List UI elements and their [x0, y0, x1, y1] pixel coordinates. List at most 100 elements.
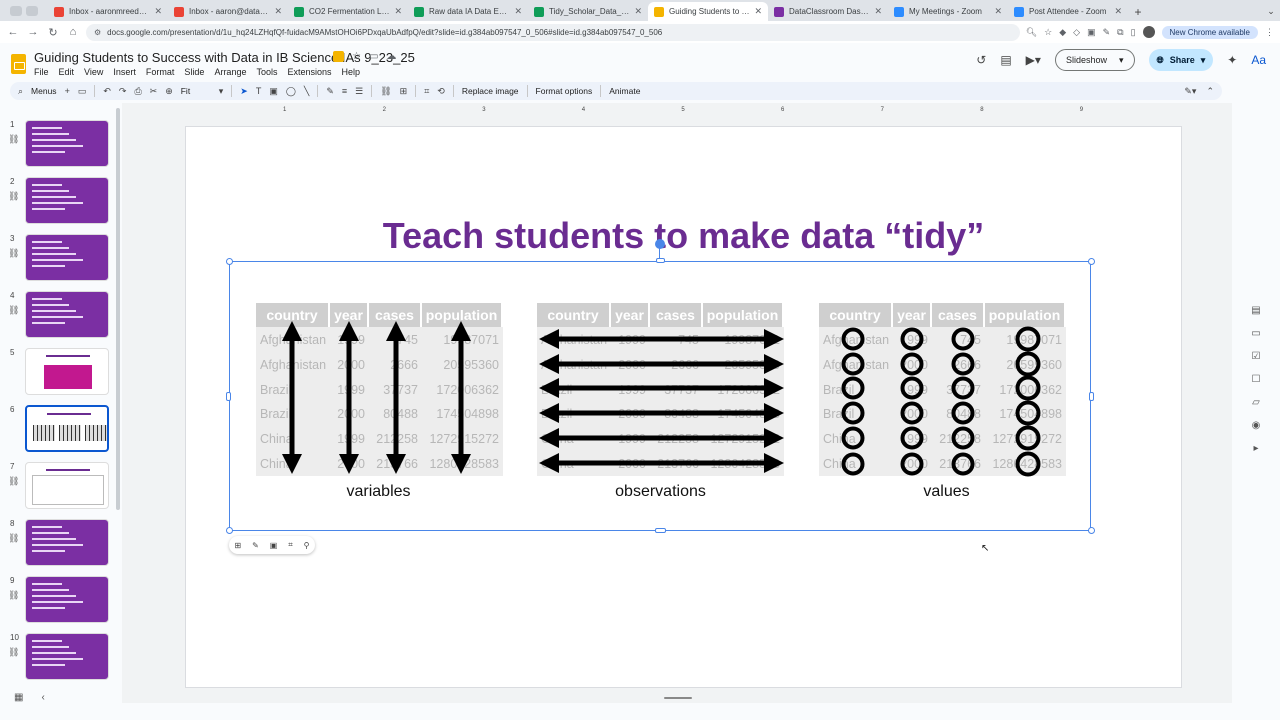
qr-icon[interactable]: ⊞ — [234, 541, 241, 550]
close-tab-icon[interactable]: ✕ — [634, 6, 642, 17]
close-tab-icon[interactable]: ✕ — [394, 6, 402, 17]
browser-tab[interactable]: Inbox - aaronmreedy@gmail.c✕ — [48, 2, 168, 21]
bookmark-star-icon[interactable]: ☆ — [1044, 27, 1052, 38]
resize-handle-w[interactable] — [226, 392, 231, 401]
extension-icon[interactable]: ◇ — [1073, 27, 1080, 38]
border-dash-icon[interactable]: ☰ — [355, 86, 363, 97]
undo-icon[interactable]: ↶ — [103, 86, 111, 97]
extension-icon[interactable]: ◆ — [1059, 27, 1066, 38]
gemini-icon[interactable]: ✦ — [1227, 53, 1237, 67]
line-icon[interactable]: ╲ — [304, 86, 309, 97]
rotate-handle[interactable] — [655, 239, 665, 249]
slide-thumbnail-9[interactable]: 9 ⛓ — [0, 576, 122, 626]
forward-icon[interactable]: → — [26, 26, 40, 38]
comments-icon[interactable]: ▤ — [1000, 53, 1011, 67]
zoom-select[interactable]: Fit — [181, 86, 211, 96]
collapse-panel-icon[interactable]: ‹ — [41, 692, 44, 703]
resize-handle-nw[interactable] — [226, 258, 233, 265]
crop-icon[interactable]: ⌗ — [288, 540, 293, 550]
new-tab-button[interactable]: + — [1128, 2, 1148, 21]
print-icon[interactable]: ⎙ — [134, 86, 141, 97]
replace-image-button[interactable]: Replace image — [462, 86, 519, 96]
maps-icon[interactable]: ◉ — [1252, 420, 1261, 431]
menu-extensions[interactable]: Extensions — [287, 67, 331, 77]
browser-tab[interactable]: Guiding Students to Success ✕ — [648, 2, 768, 21]
sidebar-icon[interactable]: ▯ — [1131, 27, 1136, 38]
close-tab-icon[interactable]: ✕ — [754, 6, 762, 17]
browser-tab[interactable]: Inbox - aaron@dataclassroom✕ — [168, 2, 288, 21]
theme-aa-icon[interactable]: Aa — [1251, 53, 1266, 67]
profile-avatar[interactable] — [1142, 26, 1155, 38]
meet-video-icon[interactable]: ▶▾ — [1026, 53, 1041, 67]
close-tab-icon[interactable]: ✕ — [154, 6, 162, 17]
menus-search[interactable]: Menus — [31, 86, 57, 96]
browser-tab[interactable]: My Meetings - Zoom ✕ — [888, 2, 1008, 21]
redo-icon[interactable]: ↷ — [119, 86, 127, 97]
resize-handle-s[interactable] — [655, 528, 666, 533]
zoom-app-icon[interactable]: ▸ — [1253, 443, 1258, 454]
back-icon[interactable]: ← — [6, 26, 20, 38]
resize-handle-sw[interactable] — [226, 527, 233, 534]
slide-title[interactable]: Teach students to make data “tidy” — [186, 215, 1181, 257]
select-cursor-icon[interactable]: ➤ — [240, 86, 248, 97]
menu-file[interactable]: File — [34, 67, 49, 77]
slide-thumbnail-8[interactable]: 8 ⛓ — [0, 519, 122, 569]
chevron-down-icon[interactable]: ▾ — [1201, 55, 1206, 66]
drive-icon[interactable]: ▱ — [1252, 397, 1260, 408]
menu-tools[interactable]: Tools — [256, 67, 277, 77]
move-folder-icon[interactable]: ▭ — [369, 51, 378, 62]
browser-tab[interactable]: DataClassroom Dashboard ✕ — [768, 2, 888, 21]
slides-logo-icon[interactable] — [11, 54, 26, 74]
calendar-icon[interactable]: ▤ — [1251, 305, 1260, 316]
editing-mode-icon[interactable]: ✎▾ — [1184, 86, 1196, 97]
paint-format-icon[interactable]: ✂ — [150, 86, 158, 97]
animate-button[interactable]: Animate — [609, 86, 640, 96]
new-slide-icon[interactable]: ▭ — [78, 86, 87, 97]
tasks-icon[interactable]: ☑ — [1252, 351, 1261, 362]
replace-image-icon[interactable]: ▣ — [270, 541, 278, 550]
menu-view[interactable]: View — [84, 67, 103, 77]
extension-icon[interactable]: ▣ — [1087, 27, 1096, 38]
slide-thumbnail-1[interactable]: 1 ⛓ — [0, 120, 122, 170]
browser-tab[interactable]: Raw data IA Data Exercise #3 ✕ — [408, 2, 528, 21]
resize-handle-e[interactable] — [1089, 392, 1094, 401]
link-icon[interactable]: ⛓ — [380, 86, 391, 97]
slideshow-button[interactable]: Slideshow ▾ — [1054, 49, 1135, 71]
version-history-icon[interactable]: ↺ — [976, 53, 986, 67]
slide-thumbnail-2[interactable]: 2 ⛓ — [0, 177, 122, 227]
slide-thumbnail-6[interactable]: 6 — [0, 405, 122, 455]
star-icon[interactable]: ☆ — [352, 51, 361, 62]
border-weight-icon[interactable]: ≡ — [342, 86, 347, 96]
extension-icon[interactable]: ✎ — [1103, 27, 1111, 38]
menu-slide[interactable]: Slide — [184, 67, 204, 77]
resize-handle-n[interactable] — [656, 258, 665, 263]
slide-thumbnail-10[interactable]: 10 ⛓ — [0, 633, 122, 683]
close-tab-icon[interactable]: ✕ — [514, 6, 522, 17]
more-options-icon[interactable]: ⚲ — [304, 541, 310, 550]
resize-handle-ne[interactable] — [1088, 258, 1095, 265]
filmstrip-scrollbar[interactable] — [116, 108, 120, 510]
slide-thumbnail-7[interactable]: 7 ⛓ — [0, 462, 122, 512]
collapse-toolbar-icon[interactable]: ⌃ — [1206, 86, 1214, 97]
site-info-icon[interactable]: ⚙ — [94, 28, 101, 37]
edit-pen-icon[interactable]: ✎ — [252, 541, 259, 550]
alt-text-icon[interactable]: ⊞ — [400, 86, 408, 97]
speaker-notes-handle[interactable] — [664, 697, 692, 699]
extensions-puzzle-icon[interactable]: ⧉ — [1117, 27, 1123, 38]
menu-edit[interactable]: Edit — [59, 67, 75, 77]
keep-icon[interactable]: ▭ — [1251, 328, 1260, 339]
chevron-down-icon[interactable]: ▾ — [219, 86, 224, 97]
slide-thumbnail-4[interactable]: 4 ⛓ — [0, 291, 122, 341]
browser-tab[interactable]: Post Attendee - Zoom ✕ — [1008, 2, 1128, 21]
add-icon[interactable]: + — [65, 86, 70, 96]
contacts-icon[interactable]: ☐ — [1252, 374, 1261, 385]
more-menu-icon[interactable]: ⋮ — [1265, 27, 1274, 38]
reset-image-icon[interactable]: ⟲ — [437, 86, 445, 97]
close-tab-icon[interactable]: ✕ — [1114, 6, 1122, 17]
crop-icon[interactable]: ⌗ — [424, 86, 429, 97]
tab-search-icon[interactable]: ⌄ — [1262, 2, 1280, 21]
slides-badge-icon[interactable] — [333, 51, 344, 62]
close-tab-icon[interactable]: ✕ — [274, 6, 282, 17]
browser-tab[interactable]: CO2 Fermentation Lab Data✕ — [288, 2, 408, 21]
resize-handle-se[interactable] — [1088, 527, 1095, 534]
